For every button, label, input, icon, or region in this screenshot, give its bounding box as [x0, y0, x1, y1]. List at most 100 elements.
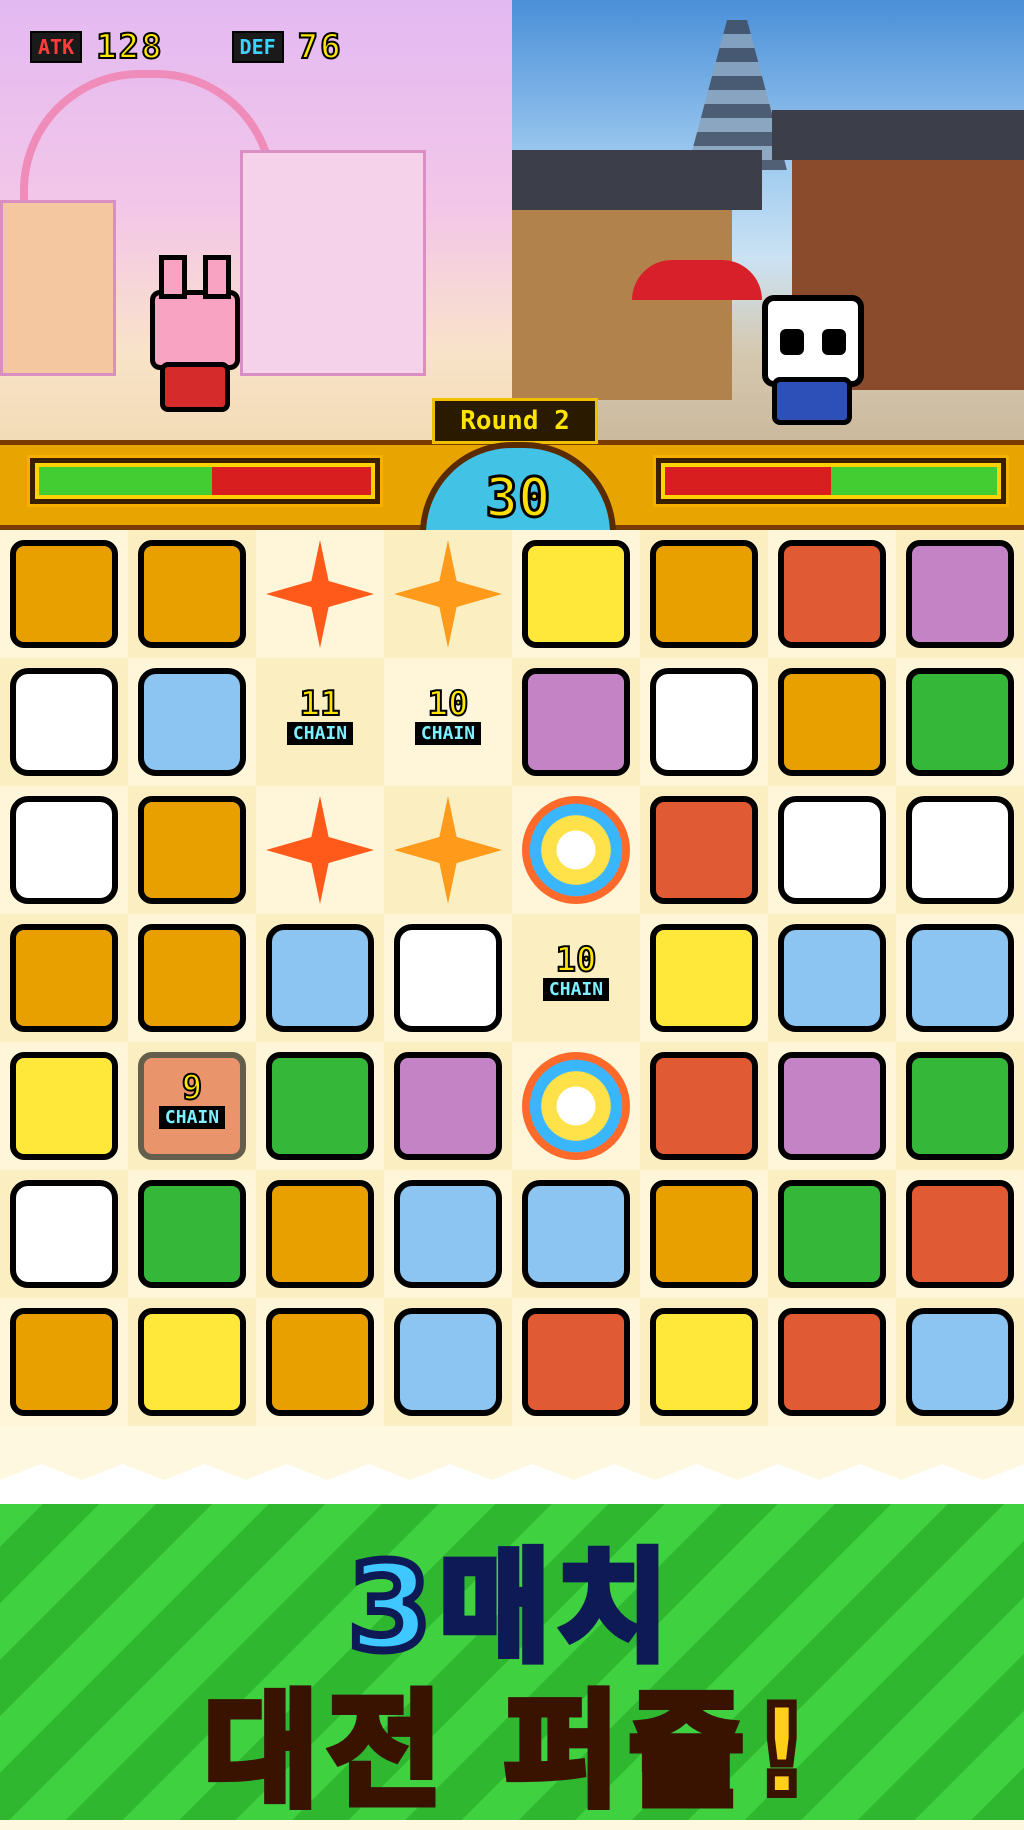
frog-tile-icon: [778, 1180, 886, 1288]
lion-tile-icon: [138, 540, 246, 648]
board-cell[interactable]: [384, 1298, 512, 1426]
lion-tile-icon: [138, 796, 246, 904]
candy-castle: [240, 150, 426, 376]
board-cell[interactable]: [384, 914, 512, 1042]
board-cell[interactable]: [384, 530, 512, 658]
board-cell[interactable]: [640, 658, 768, 786]
elephant-tile-icon: [394, 1180, 502, 1288]
board-cell[interactable]: [384, 786, 512, 914]
battle-area: ATK 128 DEF 76 Round 2 30: [0, 0, 1024, 544]
board-cell[interactable]: [640, 1298, 768, 1426]
board-cell[interactable]: [128, 1298, 256, 1426]
board-cell[interactable]: [768, 1298, 896, 1426]
board-cell[interactable]: [768, 914, 896, 1042]
monkey-tile-icon: [906, 1180, 1014, 1288]
chain-count: 9: [181, 1068, 203, 1108]
def-label: DEF: [231, 31, 284, 63]
board-cell[interactable]: [896, 914, 1024, 1042]
board-cell[interactable]: [896, 658, 1024, 786]
board-cell[interactable]: [640, 530, 768, 658]
panda-tile-icon: [10, 796, 118, 904]
board-cell[interactable]: [768, 1170, 896, 1298]
frog-tile-icon: [266, 1052, 374, 1160]
board-cell[interactable]: [768, 530, 896, 658]
lion-tile-icon: [10, 540, 118, 648]
board-cell[interactable]: [256, 1298, 384, 1426]
hippo-tile-icon: [906, 540, 1014, 648]
chain-indicator: 10 CHAIN: [392, 685, 504, 745]
board-cell[interactable]: [384, 1042, 512, 1170]
elephant-tile-icon: [522, 1180, 630, 1288]
star-burst-icon: [394, 796, 502, 904]
panda-tile-icon: [394, 924, 502, 1032]
board-cell[interactable]: 11 CHAIN: [256, 658, 384, 786]
elephant-tile-icon: [266, 924, 374, 1032]
frog-tile-icon: [906, 668, 1014, 776]
enemy-hp-bar: [656, 458, 1006, 504]
board-cell[interactable]: [384, 1170, 512, 1298]
banner-title-line2: 대전 퍼즐!: [200, 1676, 821, 1828]
board-cell[interactable]: [128, 914, 256, 1042]
board-cell[interactable]: [896, 1170, 1024, 1298]
board-cell[interactable]: [512, 658, 640, 786]
chain-label: CHAIN: [414, 722, 482, 745]
elephant-tile-icon: [906, 924, 1014, 1032]
def-value: 76: [297, 26, 343, 68]
board-cell[interactable]: [896, 1298, 1024, 1426]
board-cell[interactable]: [512, 786, 640, 914]
board-cell[interactable]: [128, 1170, 256, 1298]
panda-tile-icon: [10, 1180, 118, 1288]
board-cell[interactable]: [128, 530, 256, 658]
chain-label: CHAIN: [286, 722, 354, 745]
board-cell[interactable]: [640, 1042, 768, 1170]
burst-icon: [266, 540, 374, 648]
atk-label: ATK: [30, 31, 83, 63]
board-cell[interactable]: [896, 786, 1024, 914]
board-cell[interactable]: [128, 658, 256, 786]
board-cell[interactable]: [256, 1042, 384, 1170]
board-cell[interactable]: [256, 530, 384, 658]
board-cell[interactable]: [0, 786, 128, 914]
board-cell[interactable]: [640, 914, 768, 1042]
board-cell[interactable]: 10 CHAIN: [512, 914, 640, 1042]
board-cell[interactable]: [768, 1042, 896, 1170]
giraffe-tile-icon: [522, 540, 630, 648]
panda-tile-icon: [650, 668, 758, 776]
board-cell[interactable]: [0, 1298, 128, 1426]
board-cell[interactable]: [0, 530, 128, 658]
board-cell[interactable]: 9 CHAIN: [128, 1042, 256, 1170]
board-cell[interactable]: [256, 786, 384, 914]
red-umbrella: [632, 260, 762, 300]
monkey-tile-icon: [650, 796, 758, 904]
board-cell[interactable]: [896, 1042, 1024, 1170]
board-cell[interactable]: [512, 1298, 640, 1426]
temple-roof: [512, 150, 762, 210]
chain-indicator: 10 CHAIN: [520, 941, 632, 1001]
board-cell[interactable]: [768, 786, 896, 914]
board-cell[interactable]: [256, 914, 384, 1042]
giraffe-tile-icon: [138, 1308, 246, 1416]
board-cell[interactable]: [0, 658, 128, 786]
board-cell[interactable]: [512, 1042, 640, 1170]
board-cell[interactable]: [0, 1042, 128, 1170]
board-cell[interactable]: 10 CHAIN: [384, 658, 512, 786]
promo-banner: 3매치 대전 퍼즐!: [0, 1464, 1024, 1828]
board-cell[interactable]: [512, 1170, 640, 1298]
board-cell[interactable]: [0, 914, 128, 1042]
star-burst-icon: [394, 540, 502, 648]
board-cell[interactable]: [768, 658, 896, 786]
lion-tile-icon: [10, 924, 118, 1032]
cake-tower: [0, 200, 116, 376]
board-cell[interactable]: [256, 1170, 384, 1298]
lion-tile-icon: [10, 1308, 118, 1416]
lion-tile-icon: [650, 540, 758, 648]
board-cell[interactable]: [640, 1170, 768, 1298]
elephant-tile-icon: [138, 668, 246, 776]
board-cell[interactable]: [640, 786, 768, 914]
panda-tile-icon: [906, 796, 1014, 904]
board-cell[interactable]: [512, 530, 640, 658]
board-cell[interactable]: [0, 1170, 128, 1298]
board-cell[interactable]: [128, 786, 256, 914]
board-cell[interactable]: [896, 530, 1024, 658]
ring-burst-icon: [522, 1052, 630, 1160]
